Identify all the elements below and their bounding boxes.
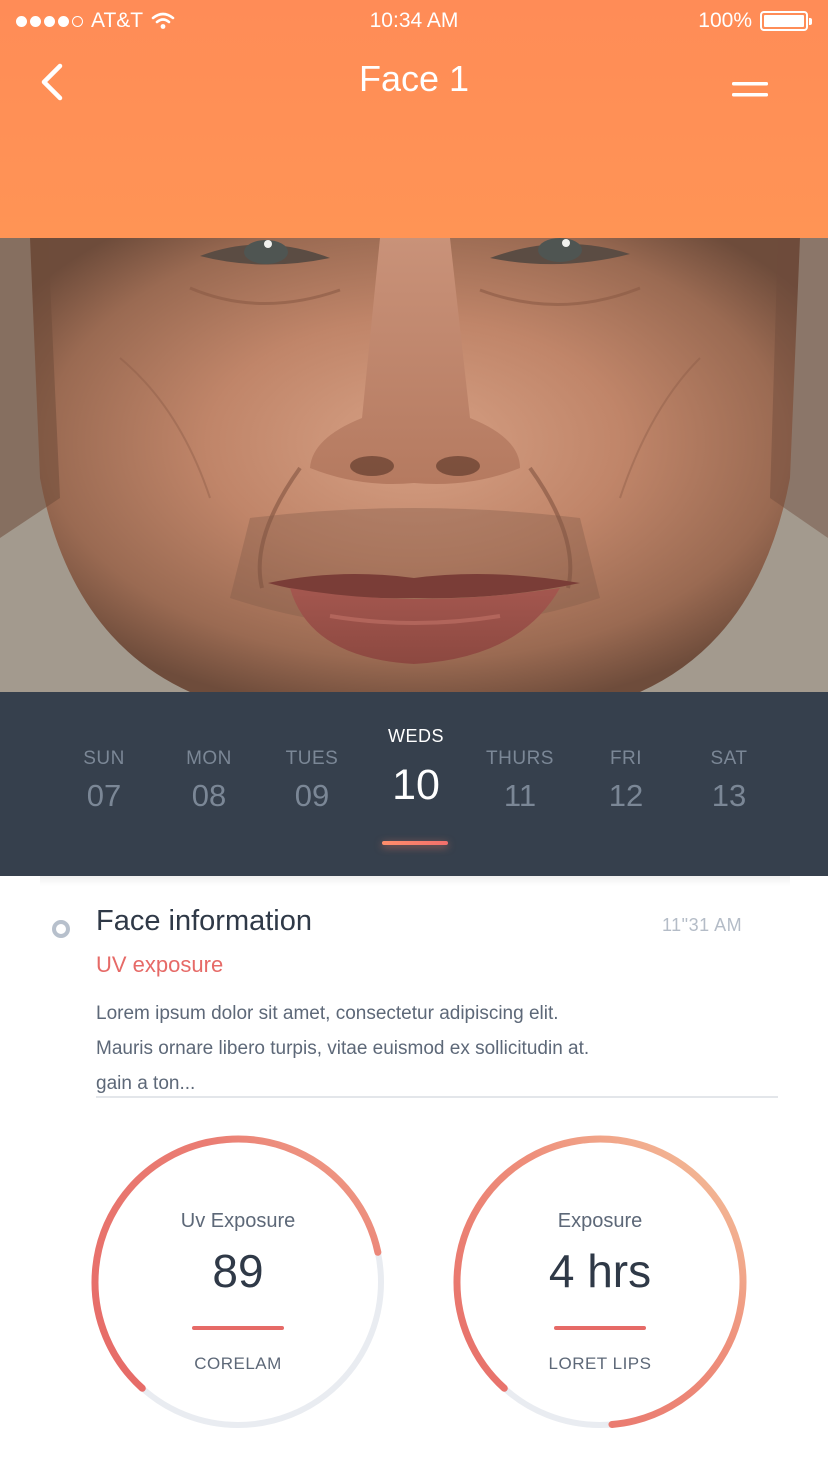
info-subtitle: UV exposure [96,952,224,977]
info-title: Face information [96,905,312,937]
info-line: Lorem ipsum dolor sit amet, consectetur … [96,1003,559,1024]
gauge-label: Exposure [557,1210,643,1232]
face-illustration [0,238,828,692]
gauge-caption: CORELAM [194,1354,282,1373]
day-name: TUES [285,748,339,769]
day-name: MON [186,748,232,769]
timeline-dot-icon [52,920,70,938]
page-title: Face 1 [358,58,470,99]
status-right: 100% [698,9,812,33]
gauge-label: Uv Exposure [180,1210,296,1232]
selected-day-indicator [382,841,448,845]
day-number: 12 [608,778,644,813]
day-number: 08 [191,778,227,813]
info-description: Lorem ipsum dolor sit amet, consectetur … [96,996,786,1101]
battery-icon [760,11,812,31]
info-line: Mauris ornare libero turpis, vitae euism… [96,1038,590,1059]
day-number: 13 [711,778,747,813]
day-number: 10 [392,761,440,809]
gauge-underline [554,1326,646,1330]
gauge-value: 4 hrs [548,1245,652,1297]
day-number: 11 [503,778,537,813]
exposure-gauge[interactable]: Exposure 4 hrs LORET LIPS [450,1134,750,1434]
uv-exposure-gauge[interactable]: Uv Exposure 89 CORELAM [88,1134,388,1434]
day-name: SUN [83,748,125,769]
day-name: WEDS [388,726,444,746]
gauge-caption: LORET LIPS [548,1354,652,1373]
gauge-value: 89 [212,1245,264,1297]
battery-percent: 100% [698,9,752,32]
status-bar: AT&T 10:34 AM 100% [0,0,828,42]
card-shadow [40,876,790,886]
day-selector: SUN 07 MON 08 TUES 09 WEDS 10 THURS 11 F… [0,692,828,876]
day-name: SAT [710,748,748,769]
header: AT&T 10:34 AM 100% Face 1 [0,0,828,238]
menu-icon [732,82,768,97]
gauge-underline [192,1326,284,1330]
day-number: 09 [294,778,330,813]
day-number: 07 [86,778,122,813]
info-time: 11"31 AM [662,915,743,935]
divider [96,1096,778,1098]
day-name: THURS [486,748,554,769]
menu-button[interactable] [728,78,772,102]
day-name: FRI [609,748,643,769]
face-photo [0,238,828,692]
